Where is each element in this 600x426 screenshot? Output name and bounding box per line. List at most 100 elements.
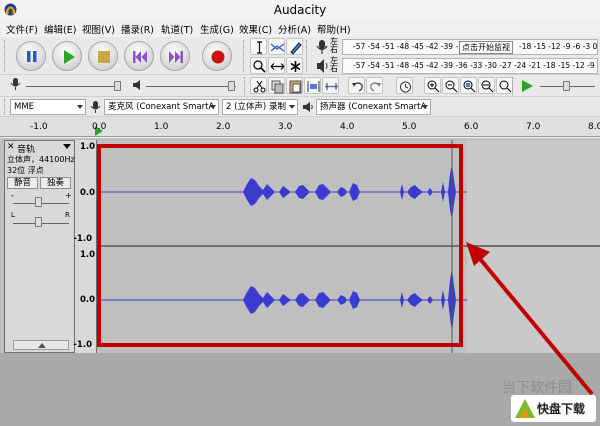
sync-lock-button[interactable] [396, 77, 413, 94]
gain-slider[interactable] [35, 197, 42, 207]
trim-icon [307, 81, 320, 92]
menu-effect[interactable]: 效果(C) [239, 22, 272, 36]
undo-icon [352, 82, 363, 92]
play-icon [64, 50, 75, 64]
track-format: 立体声，44100Hz [7, 155, 75, 164]
pause-button[interactable] [16, 41, 46, 71]
microphone-icon [90, 101, 101, 113]
pause-icon [27, 51, 37, 62]
amp-label: -1.0 [73, 340, 92, 350]
menu-tracks[interactable]: 轨道(T) [161, 22, 193, 36]
toolbar-grip[interactable] [244, 77, 248, 95]
vertical-ruler[interactable]: 1.0 0.0 -1.0 1.0 0.0 -1.0 [73, 140, 97, 353]
menu-transport[interactable]: 播录(R) [121, 22, 154, 36]
toolbar-grip[interactable] [306, 40, 310, 72]
toolbar-grip[interactable] [243, 40, 247, 72]
pan-left-label: L [11, 211, 15, 219]
menu-analyze[interactable]: 分析(A) [278, 22, 311, 36]
fit-project-button[interactable] [478, 77, 495, 94]
menu-file[interactable]: 文件(F) [6, 22, 38, 36]
draw-tool-button[interactable] [286, 38, 303, 55]
menu-view[interactable]: 视图(V) [82, 22, 115, 36]
solo-button[interactable]: 独奏 [40, 177, 71, 189]
redo-button[interactable] [366, 77, 383, 94]
pan-right-label: R [65, 211, 70, 219]
record-icon [211, 50, 225, 64]
magnifier-icon [253, 60, 266, 73]
zoom-tool-button[interactable] [250, 57, 267, 74]
menu-generate[interactable]: 生成(G) [200, 22, 234, 36]
microphone-icon[interactable] [315, 39, 329, 55]
audio-host-select[interactable]: MME [10, 99, 86, 115]
multi-tool-button[interactable] [286, 57, 303, 74]
mute-button[interactable]: 静音 [7, 177, 38, 189]
playback-volume-slider[interactable] [228, 81, 235, 91]
toolbar-grip[interactable] [4, 40, 8, 72]
gain-minus-label: - [11, 191, 14, 200]
record-button[interactable] [202, 41, 232, 71]
close-track-icon[interactable]: ✕ [7, 142, 15, 152]
collapse-track-button[interactable] [13, 340, 69, 350]
click-to-monitor-label[interactable]: 点击开始监视 [459, 41, 513, 54]
time-tick: 8.0 [588, 122, 600, 132]
playback-device-select[interactable]: 扬声器 (Conexant SmartA [316, 99, 431, 115]
zoom-in-button[interactable] [424, 77, 441, 94]
play-button[interactable] [52, 41, 82, 71]
timeline-ruler[interactable] [0, 117, 600, 137]
pan-slider[interactable] [35, 217, 42, 227]
selection-tool-button[interactable] [250, 38, 267, 55]
skip-start-icon [133, 51, 147, 63]
speaker-icon [303, 102, 313, 112]
time-tick: 0.0 [92, 122, 107, 132]
record-lr-label: 左右 [330, 37, 338, 54]
zoom-out-button[interactable] [442, 77, 459, 94]
time-tick: 1.0 [154, 122, 169, 132]
zoom-out-icon [445, 80, 458, 93]
record-meter[interactable]: -57 -54 -51 -48 -45 -42 -39 - 点击开始监视 -18… [342, 39, 598, 55]
gain-plus-label: + [65, 191, 72, 200]
track-bit-depth: 32位 浮点 [7, 166, 44, 175]
paste-button[interactable] [286, 77, 303, 94]
microphone-icon [10, 78, 21, 90]
time-shift-tool-button[interactable] [268, 57, 285, 74]
envelope-icon [270, 43, 285, 52]
zoom-selection-icon [463, 80, 476, 93]
track-control-panel[interactable]: ✕ 音轨 立体声，44100Hz 32位 浮点 静音 独奏 - + L R [4, 140, 75, 353]
playback-volume-track [146, 86, 236, 87]
skip-to-end-button[interactable] [160, 41, 190, 71]
title-bar: Audacity [0, 0, 600, 20]
trim-button[interactable] [304, 77, 321, 94]
record-meter-scale: -57 -54 -51 -48 -45 -42 -39 - [353, 42, 459, 51]
clock-icon [400, 81, 411, 93]
highlight-box [97, 144, 463, 347]
recording-channels-select[interactable]: 2 (立体声) 录制 [222, 99, 298, 115]
copy-icon [271, 80, 284, 94]
play-speed-slider[interactable] [563, 81, 570, 91]
envelope-tool-button[interactable] [268, 38, 285, 55]
toolbar-grip[interactable] [512, 77, 516, 95]
menu-help[interactable]: 帮助(H) [317, 22, 351, 36]
redo-icon [370, 82, 381, 92]
zoom-fit-icon [481, 80, 494, 93]
undo-button[interactable] [348, 77, 365, 94]
fit-selection-button[interactable] [460, 77, 477, 94]
playback-meter[interactable]: -57 -54 -51 -48 -45 -42 -39 -36 -33 -30 … [342, 58, 598, 74]
copy-button[interactable] [268, 77, 285, 94]
stop-button[interactable] [88, 41, 118, 71]
skip-to-start-button[interactable] [124, 41, 154, 71]
triangle-up-icon [38, 343, 46, 348]
time-tick: -1.0 [30, 122, 48, 132]
toolbar-grip[interactable] [4, 99, 8, 115]
cut-button[interactable] [250, 77, 267, 94]
speaker-icon[interactable] [315, 58, 329, 74]
double-arrow-icon [270, 63, 285, 70]
track-menu-icon[interactable] [63, 144, 71, 150]
play-at-speed-icon[interactable] [520, 79, 534, 93]
zoom-toggle-button[interactable] [496, 77, 513, 94]
recording-device-select[interactable]: 麦克风 (Conexant SmartA [104, 99, 219, 115]
amp-label: 0.0 [79, 295, 95, 305]
silence-button[interactable] [322, 77, 339, 94]
menu-edit[interactable]: 编辑(E) [44, 22, 76, 36]
zoom-in-icon [427, 80, 440, 93]
record-volume-slider[interactable] [114, 81, 121, 91]
